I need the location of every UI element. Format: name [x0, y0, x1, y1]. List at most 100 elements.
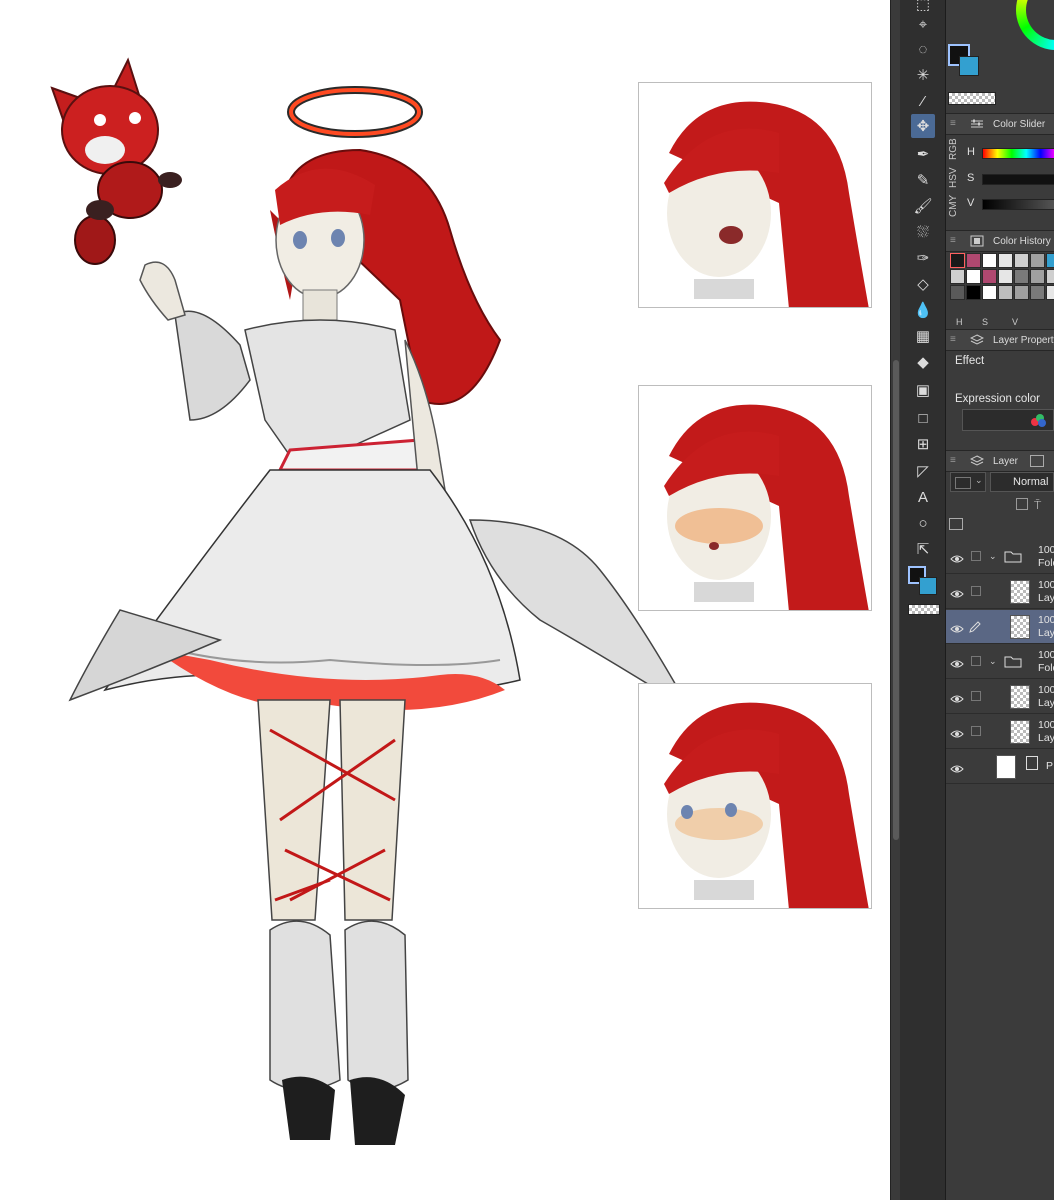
tab-cmy[interactable]: CMY	[948, 192, 964, 220]
visibility-eye-icon[interactable]	[950, 656, 964, 668]
text-icon[interactable]: A	[911, 485, 935, 509]
layer-name: 100 Lay	[1038, 719, 1054, 744]
decoration-icon[interactable]: ✑	[911, 246, 935, 270]
layer-panel-header[interactable]: ≡ Layer	[946, 450, 1054, 472]
paper-layer-row[interactable]: P	[946, 750, 1054, 784]
history-swatch[interactable]	[1046, 269, 1054, 284]
history-s-letter: S	[982, 317, 989, 327]
layer-folder-row[interactable]: ⌄ 100Fold	[946, 540, 1054, 574]
visibility-eye-icon[interactable]	[950, 621, 964, 633]
expression-color-label: Expression color	[955, 393, 1041, 405]
folder-expand-chevron-icon[interactable]: ⌄	[989, 551, 997, 562]
correct-line-icon[interactable]: ⇱	[911, 537, 935, 561]
tab-rgb[interactable]: RGB	[948, 136, 964, 162]
layer-row[interactable]: 100 Lay	[946, 715, 1054, 749]
grip-icon: ≡	[950, 118, 956, 129]
folder-expand-chevron-icon[interactable]: ⌄	[989, 656, 997, 667]
history-swatch[interactable]	[998, 253, 1013, 268]
color-slider-panel-header[interactable]: ≡ Color Slider	[946, 113, 1054, 135]
grid-icon[interactable]: ▦	[911, 324, 935, 348]
history-swatch[interactable]	[982, 269, 997, 284]
history-swatch[interactable]	[1014, 253, 1029, 268]
layer-settings-icon[interactable]	[949, 518, 963, 530]
pen-icon[interactable]: ✒	[911, 142, 935, 166]
sub-color-chip[interactable]	[959, 56, 979, 76]
lock-checkbox[interactable]	[971, 586, 981, 596]
blend-mode-select[interactable]: Normal	[990, 472, 1054, 492]
transparent-color-swatch[interactable]	[908, 604, 940, 615]
history-h-letter: H	[956, 317, 963, 327]
lock-checkbox[interactable]	[971, 691, 981, 701]
tab-hsv[interactable]: HSV	[948, 164, 964, 192]
visibility-eye-icon[interactable]	[950, 691, 964, 703]
expression-color-dropdown[interactable]	[962, 409, 1054, 431]
color-history-panel-header[interactable]: ≡ Color History	[946, 230, 1054, 252]
history-swatch[interactable]	[950, 285, 965, 300]
v-label: V	[967, 197, 975, 209]
layer-row[interactable]: 100 Lay	[946, 680, 1054, 714]
saturation-slider[interactable]	[982, 174, 1054, 185]
hue-slider[interactable]	[982, 148, 1054, 159]
layer-row[interactable]: 100 Lay	[946, 575, 1054, 609]
object-select-icon[interactable]: ⌖	[911, 12, 935, 36]
history-swatch[interactable]	[1030, 253, 1045, 268]
layer-row[interactable]: 100 Lay	[946, 610, 1054, 644]
history-swatch[interactable]	[1014, 285, 1029, 300]
fill-icon[interactable]: ◆	[911, 350, 935, 374]
history-swatch[interactable]	[998, 269, 1013, 284]
value-slider[interactable]	[982, 199, 1054, 210]
frame-icon[interactable]: ⊞	[911, 432, 935, 456]
s-label: S	[967, 172, 975, 184]
lasso-icon[interactable]: ◌	[911, 37, 935, 61]
rectangle-icon[interactable]: □	[911, 406, 935, 430]
brush-icon[interactable]: 🖌	[911, 194, 935, 218]
sub-color-swatch[interactable]	[919, 577, 937, 595]
layer-folder-row[interactable]: ⌄ 100Fold	[946, 645, 1054, 679]
history-film-icon	[970, 235, 984, 247]
lock-checkbox[interactable]	[971, 656, 981, 666]
history-swatch[interactable]	[998, 285, 1013, 300]
lock-checkbox[interactable]	[971, 726, 981, 736]
grip-icon: ≡	[950, 334, 956, 345]
history-swatch[interactable]	[966, 253, 981, 268]
history-swatch[interactable]	[1030, 285, 1045, 300]
history-swatch[interactable]	[1014, 269, 1029, 284]
expression-sketch-blush	[638, 385, 872, 611]
scrollbar-thumb[interactable]	[893, 360, 899, 840]
visibility-eye-icon[interactable]	[950, 551, 964, 563]
history-swatch[interactable]	[1030, 269, 1045, 284]
eyedropper-icon[interactable]: ⁄	[911, 89, 935, 113]
visibility-eye-icon[interactable]	[950, 586, 964, 598]
layer-thumbnail	[1010, 580, 1030, 604]
history-swatch[interactable]	[950, 269, 965, 284]
panel-title: Color Slider	[993, 119, 1046, 130]
ruler-icon[interactable]: ◸	[911, 459, 935, 483]
history-swatch[interactable]	[966, 269, 981, 284]
blend-mode-toggle[interactable]: ⌄	[950, 472, 986, 492]
drawing-canvas[interactable]	[0, 0, 890, 1200]
move-icon[interactable]: ✥	[911, 114, 935, 138]
folder-icon	[1004, 550, 1022, 563]
layer-thumbnail	[1010, 720, 1030, 744]
balloon-icon[interactable]: ○	[911, 511, 935, 535]
visibility-eye-icon[interactable]	[950, 726, 964, 738]
lock-checkbox[interactable]	[971, 551, 981, 561]
transparent-chip[interactable]	[948, 92, 996, 105]
panel-title: Layer Property	[993, 335, 1054, 346]
history-swatch[interactable]	[966, 285, 981, 300]
airbrush-icon[interactable]: ⛆	[911, 220, 935, 244]
visibility-eye-icon[interactable]	[950, 761, 964, 773]
layer-clip-icon[interactable]	[1016, 498, 1028, 510]
history-swatch[interactable]	[982, 253, 997, 268]
eraser-icon[interactable]: ◇	[911, 272, 935, 296]
history-swatch[interactable]	[950, 253, 965, 268]
history-swatch[interactable]	[1046, 253, 1054, 268]
blend-icon[interactable]: 💧	[911, 298, 935, 322]
pencil-icon[interactable]: ✎	[911, 168, 935, 192]
history-swatch[interactable]	[1046, 285, 1054, 300]
layer-reference-icon[interactable]: ⍑	[1034, 498, 1041, 513]
layer-property-panel-header[interactable]: ≡ Layer Property	[946, 329, 1054, 351]
history-swatch[interactable]	[982, 285, 997, 300]
gradient-icon[interactable]: ▣	[911, 378, 935, 402]
magic-wand-icon[interactable]: ✳	[911, 63, 935, 87]
